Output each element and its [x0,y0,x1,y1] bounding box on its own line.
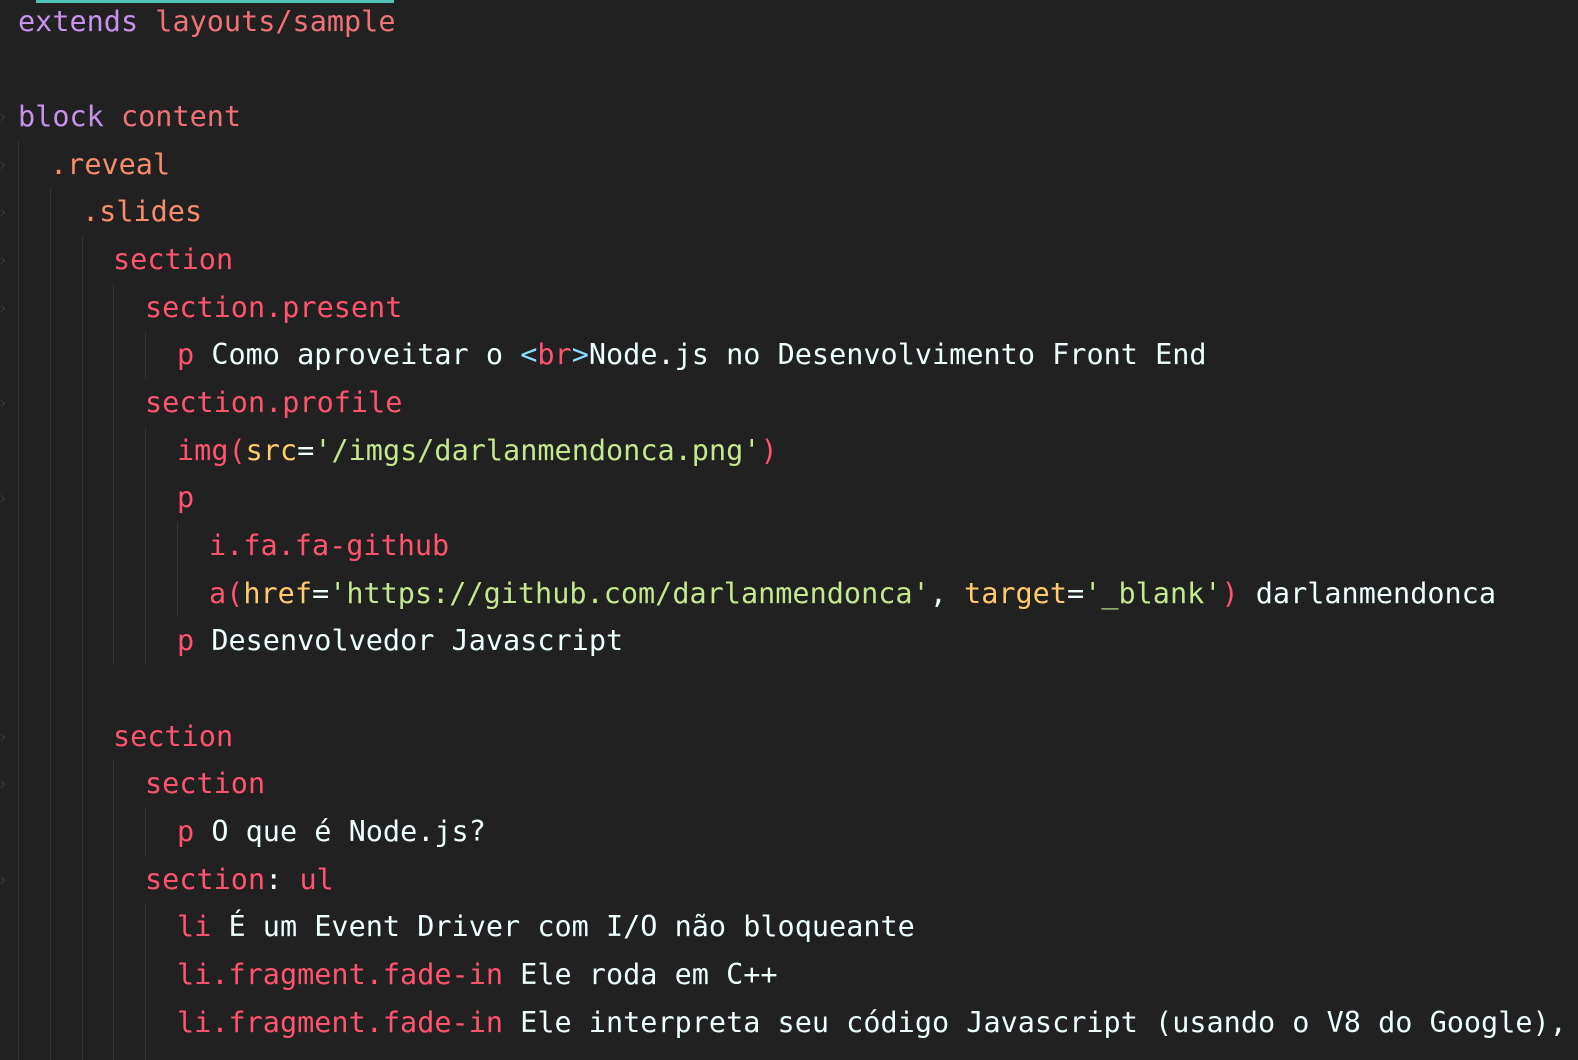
code-token: section [145,863,266,896]
indent-guide [145,331,146,379]
code-line[interactable]: p [177,474,194,522]
fold-chevron-icon[interactable] [0,161,6,170]
fold-chevron-icon[interactable] [0,876,6,885]
code-token: br [537,338,572,371]
fold-chevron-icon[interactable] [0,780,6,789]
code-token: Ele roda em C++ [503,958,778,991]
code-token: section [145,767,266,800]
code-token: Como aproveitar o [194,338,521,371]
code-line[interactable]: .reveal [50,141,170,189]
code-token: ( [228,434,246,467]
code-token: p [177,481,195,514]
fold-chevron-icon[interactable] [0,256,6,265]
code-token: O que é Node.js? [194,815,486,848]
code-token: Ele interpreta seu código Javascript (us… [503,1006,1567,1039]
indent-guide [18,141,19,1060]
code-line[interactable]: p O que é Node.js? [177,808,486,856]
indent-guide [145,808,146,856]
code-token: ) [760,434,778,467]
code-token: section.present [145,291,403,324]
code-token: section [113,720,234,753]
code-line[interactable]: section: ul [145,856,334,904]
code-token: a [209,577,227,610]
code-token: Node.js no Desenvolvimento Front End [588,338,1207,371]
code-token: section.profile [145,386,403,419]
indent-guide [50,188,51,1060]
indent-guide [113,284,114,665]
code-line[interactable]: p Desenvolvedor Javascript [177,617,623,665]
code-token: ( [226,577,244,610]
code-token: li [177,910,212,943]
code-line[interactable]: i.fa.fa-github [209,522,449,570]
fold-chevron-icon[interactable] [0,113,6,122]
code-line[interactable]: p Como aproveitar o <br>Node.js no Desen… [177,331,1207,379]
code-line[interactable]: section.present [145,284,402,332]
code-line[interactable]: li.fragment.fade-in Ele roda em C++ [177,951,778,999]
code-token: p [177,338,195,371]
code-line[interactable]: extends layouts/sample [18,0,396,46]
code-token: extends [18,5,139,38]
code-token: 'https://github.com/darlanmendonca' [329,577,930,610]
code-line[interactable]: li É um Event Driver com I/O não bloquea… [177,903,915,951]
fold-chevron-icon[interactable] [0,494,6,503]
code-token: block [18,100,104,133]
indent-guide [82,236,83,1060]
indent-guide [145,427,146,665]
code-token: li.fragment.fade-in [177,958,504,991]
indent-guide [113,760,114,1060]
code-token: '_blank' [1084,577,1222,610]
code-token: img [177,434,229,467]
code-line[interactable]: a(href='https://github.com/darlanmendonc… [209,570,1496,618]
fold-chevron-icon[interactable] [0,208,6,217]
code-line[interactable]: img(src='/imgs/darlanmendonca.png') [177,427,778,475]
indent-guide [145,903,146,1060]
code-token: .reveal [50,148,171,181]
code-line[interactable]: block content [18,93,241,141]
code-line[interactable]: section [113,236,233,284]
code-line[interactable]: section [145,760,265,808]
fold-chevron-icon[interactable] [0,304,6,313]
code-line[interactable]: li.fragment.fade-in Ele interpreta seu c… [177,999,1567,1047]
code-token: p [177,624,195,657]
code-token: < [520,338,538,371]
code-token: = [1066,577,1085,610]
code-line[interactable]: section [113,713,233,761]
code-token: = [311,577,330,610]
code-token: : [265,863,300,896]
code-token: p [177,815,195,848]
code-token: content [120,100,242,133]
code-token: , [929,577,965,610]
code-token: i.fa.fa-github [209,529,450,562]
code-token: '/imgs/darlanmendonca.png' [314,434,761,467]
code-token: target [964,577,1067,610]
code-token: href [243,577,312,610]
code-token: > [571,338,589,371]
code-editor[interactable]: extends layouts/sample block content .reve… [0,0,1578,1060]
code-token: li.fragment.fade-in [177,1006,504,1039]
indent-guide [177,522,178,617]
code-line[interactable]: .slides [82,188,202,236]
fold-chevron-icon[interactable] [0,733,6,742]
code-token: .slides [82,195,203,228]
code-token: src [245,434,298,467]
code-token: layouts/sample [155,5,396,38]
code-token: É um Event Driver com I/O não bloqueante [211,910,915,943]
code-token: darlanmendonca [1238,577,1496,610]
code-token: ul [299,863,334,896]
code-line[interactable]: section.profile [145,379,402,427]
code-token: section [113,243,234,276]
code-token: ) [1221,577,1239,610]
code-token: = [297,434,315,467]
code-token: Desenvolvedor Javascript [194,624,624,657]
fold-chevron-icon[interactable] [0,399,6,408]
